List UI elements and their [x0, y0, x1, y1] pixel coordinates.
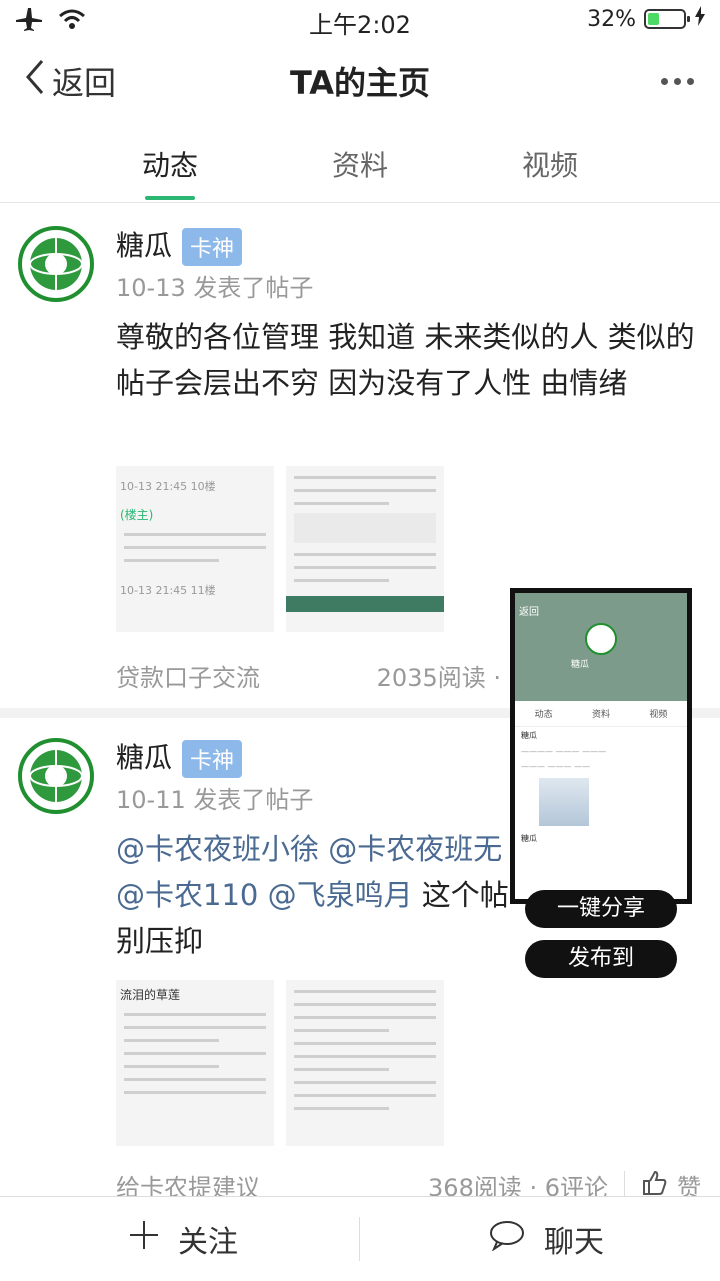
avatar[interactable]: [18, 226, 94, 302]
follow-label: 关注: [178, 1225, 238, 1260]
post-meta: 10-11 发表了帖子: [116, 786, 314, 814]
share-preview-avatar: [585, 623, 617, 655]
tab-indicator: [145, 196, 195, 200]
avatar[interactable]: [18, 738, 94, 814]
post-meta: 10-13 发表了帖子: [116, 274, 314, 302]
post-image[interactable]: 10-13 21:45 10楼 (楼主) 10-13 21:45 11楼: [116, 466, 274, 632]
publish-to-button[interactable]: 发布到: [525, 940, 677, 978]
post-image[interactable]: [286, 980, 444, 1146]
share-preview-back: 返回: [519, 607, 539, 618]
battery-icon: [644, 9, 690, 29]
username[interactable]: 糖瓜: [116, 224, 172, 264]
post-text[interactable]: 尊敬的各位管理 我知道 未来类似的人 类似的帖子会层出不穷 因为没有了人性 由情…: [116, 314, 696, 406]
share-preview-image: [539, 778, 589, 826]
post-stats: 2035阅读 ·: [376, 664, 501, 692]
post-category[interactable]: 贷款口子交流: [116, 658, 260, 693]
chat-button[interactable]: 聊天: [488, 1217, 604, 1261]
tab-profile[interactable]: 资料: [300, 144, 420, 184]
user-badge: 卡神: [182, 228, 243, 266]
share-preview-tabs: 动态 资料 视频: [515, 701, 687, 727]
user-badge: 卡神: [182, 740, 243, 778]
one-click-share-button[interactable]: 一键分享: [525, 890, 677, 928]
share-preview-name: 糖瓜: [571, 660, 590, 670]
follow-button[interactable]: 关注: [128, 1217, 238, 1261]
tab-bar: 动态 资料 视频: [0, 122, 720, 203]
tab-dynamics[interactable]: 动态: [110, 144, 230, 184]
bottom-bar: 关注 聊天: [0, 1196, 720, 1281]
post-image[interactable]: 流泪的草莲: [116, 980, 274, 1146]
more-icon[interactable]: [661, 78, 694, 85]
username[interactable]: 糖瓜: [116, 736, 172, 776]
tab-videos[interactable]: 视频: [490, 144, 610, 184]
nav-bar: 返回 TA的主页: [0, 40, 720, 122]
post-image[interactable]: [286, 466, 444, 632]
share-preview-card[interactable]: 返回 糖瓜 动态 资料 视频 糖瓜 ———— ——— ——— ——— ——— —…: [510, 588, 692, 904]
chat-label: 聊天: [544, 1225, 604, 1260]
share-preview-user: 糖瓜: [521, 731, 537, 740]
mention-link[interactable]: @卡农110 @飞泉鸣月: [116, 878, 413, 912]
bottom-divider: [359, 1217, 360, 1261]
chat-bubble-icon: [488, 1219, 526, 1259]
page-title: TA的主页: [289, 64, 431, 102]
plus-icon: [128, 1219, 160, 1259]
charging-icon: [694, 6, 706, 32]
status-bar: 上午2:02 32%: [0, 0, 720, 40]
battery-percent: 32%: [587, 6, 636, 32]
